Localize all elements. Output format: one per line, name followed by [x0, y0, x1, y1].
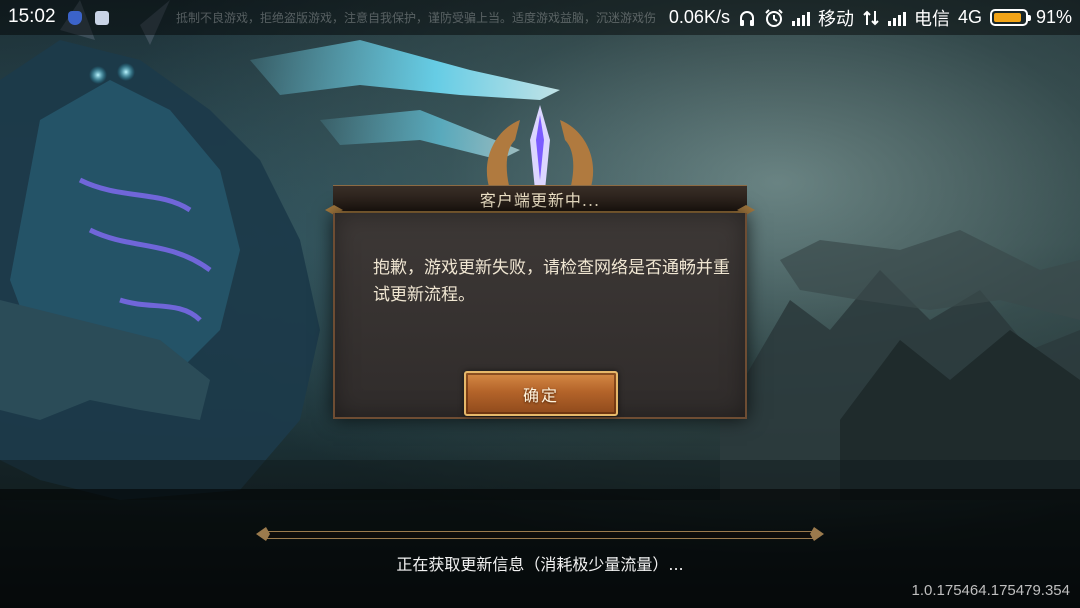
progress-right-cap [810, 527, 824, 541]
confirm-button[interactable]: 确定 [464, 371, 618, 416]
progress-rail [266, 531, 814, 539]
net-speed: 0.06K/s [668, 7, 730, 27]
progress-left-cap [256, 527, 270, 541]
data-arrows-icon [863, 10, 879, 25]
battery-icon [989, 9, 1031, 26]
carrier-2: 电信 [913, 8, 950, 29]
status-bar: 15:02 抵制不良游戏，拒绝盗版游戏，注意自我保护，谨防受骗上当。适度游戏益脑… [0, 0, 1080, 35]
dialog-message: 抱歉，游戏更新失败，请检查网络是否通畅并重试更新流程。 [373, 258, 730, 305]
dialog-title: 客户端更新中... [479, 190, 601, 210]
shield-icon [68, 11, 82, 25]
game-launcher-screen: 15:02 抵制不良游戏，拒绝盗版游戏，注意自我保护，谨防受骗上当。适度游戏益脑… [0, 0, 1080, 608]
update-dialog: 客户端更新中... 抱歉，游戏更新失败，请检查网络是否通畅并重试更新流程。 确定 [325, 185, 755, 419]
dialog-body: 抱歉，游戏更新失败，请检查网络是否通畅并重试更新流程。 确定 [333, 213, 747, 419]
update-progress-bar [256, 525, 824, 543]
version-label: 1.0.175464.175479.354 [911, 582, 1071, 599]
status-time: 15:02 [8, 6, 56, 27]
carrier-1: 移动 [817, 8, 854, 29]
alarm-icon [765, 8, 783, 27]
signal-icon [887, 10, 906, 26]
status-marquee: 抵制不良游戏，拒绝盗版游戏，注意自我保护，谨防受骗上当。适度游戏益脑，沉迷游戏伤… [176, 11, 656, 25]
signal-icon [791, 10, 810, 26]
battery-percent: 91% [1035, 7, 1072, 27]
app-notification-icon [95, 11, 109, 25]
dialog-header: 客户端更新中... [333, 185, 747, 213]
headphones-icon [739, 10, 754, 26]
network-type: 4G [957, 7, 982, 27]
update-status-text: 正在获取更新信息（消耗极少量流量）... [396, 555, 684, 574]
confirm-button-label: 确定 [522, 385, 559, 405]
status-right-group: 0.06K/s 移动 电信 4G 91% [669, 4, 1072, 31]
